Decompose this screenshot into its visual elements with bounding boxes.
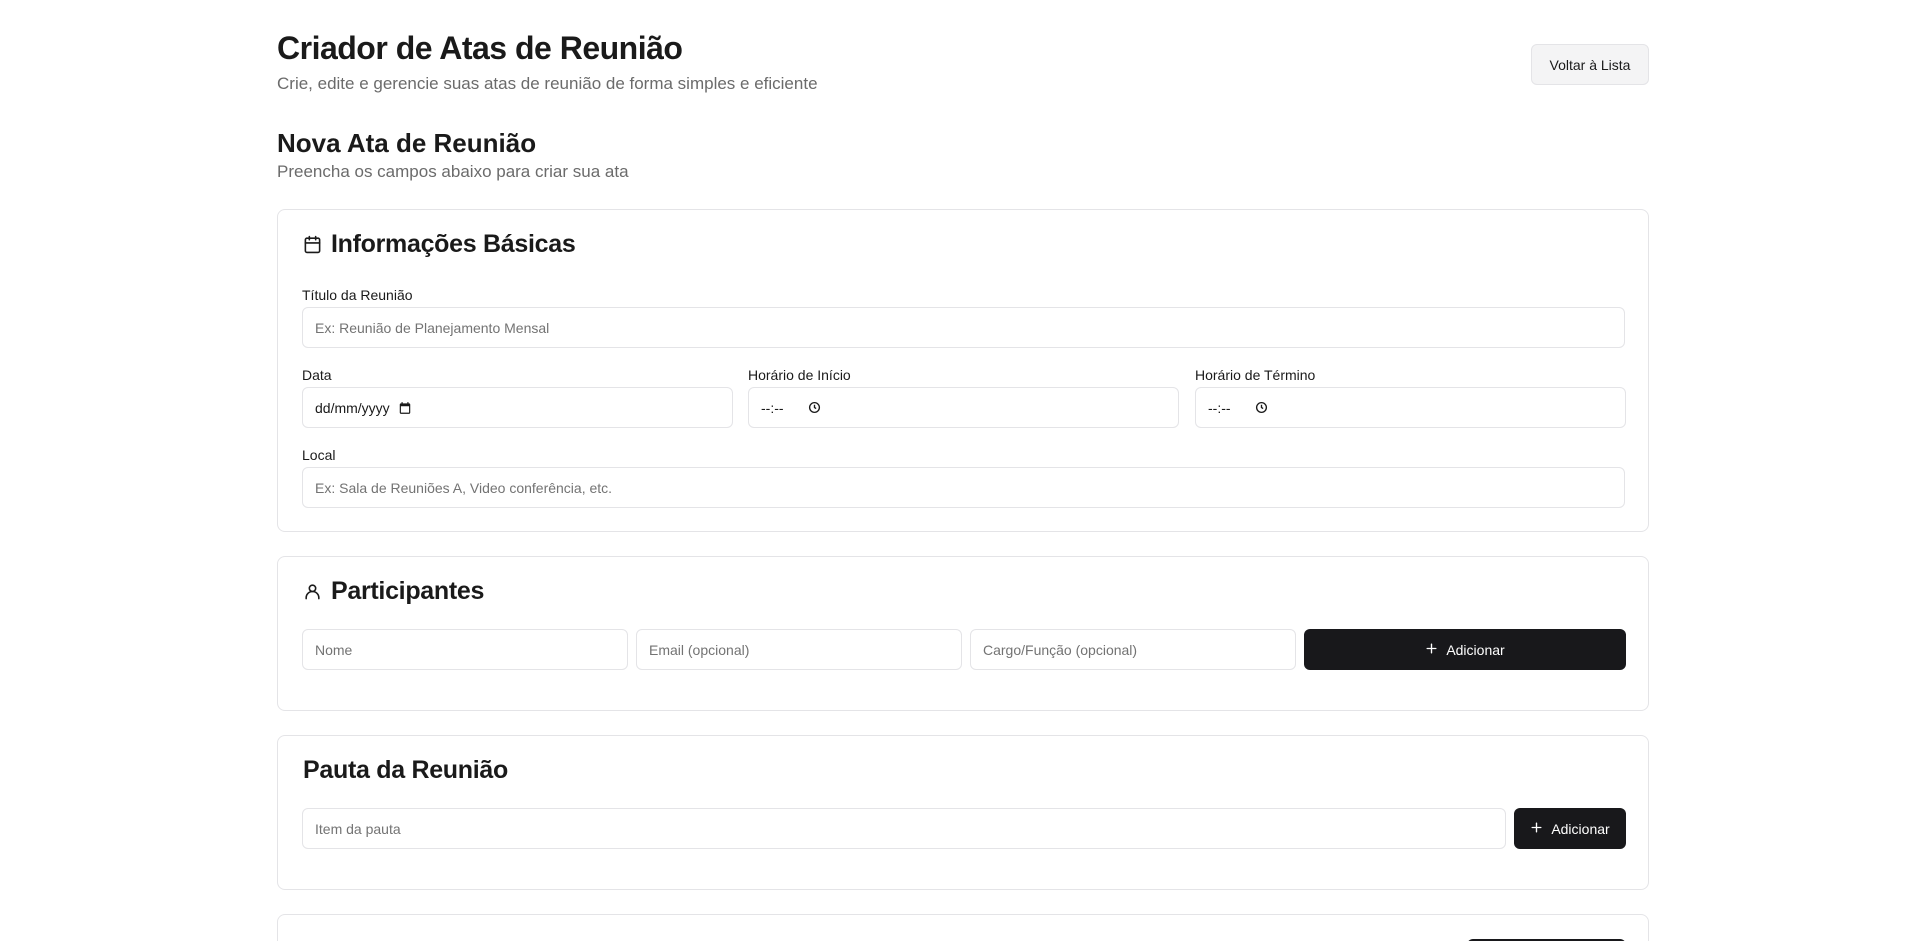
back-to-list-button[interactable]: Voltar à Lista [1531, 44, 1649, 85]
end-time-label: Horário de Término [1195, 367, 1316, 383]
start-time-label: Horário de Início [748, 367, 851, 383]
clock-icon[interactable] [808, 401, 821, 414]
agenda-card: Pauta da Reunião Adicionar [277, 735, 1649, 890]
date-input-value: dd/mm/yyyy [315, 399, 390, 416]
participants-card: Participantes Adicionar [277, 556, 1649, 711]
form-subtitle: Preencha os campos abaixo para criar sua… [277, 162, 629, 181]
agenda-item-input[interactable] [302, 808, 1506, 849]
page: Criador de Atas de Reunião Crie, edite e… [0, 0, 1920, 941]
start-time-value: --:-- [761, 399, 784, 416]
participant-email-input[interactable] [636, 629, 962, 670]
user-icon [303, 582, 322, 601]
calendar-icon [303, 235, 322, 254]
end-time-input[interactable]: --:-- [1195, 387, 1626, 428]
add-participant-label: Adicionar [1446, 641, 1505, 658]
date-label: Data [302, 367, 332, 383]
end-time-value: --:-- [1208, 399, 1231, 416]
form-title: Nova Ata de Reunião [277, 128, 537, 158]
app-title: Criador de Atas de Reunião [277, 30, 683, 66]
add-agenda-item-label: Adicionar [1551, 820, 1610, 837]
agenda-title: Pauta da Reunião [303, 756, 508, 784]
basic-info-title: Informações Básicas [331, 230, 576, 258]
agenda-header: Pauta da Reunião [303, 756, 508, 785]
add-participant-button[interactable]: Adicionar [1304, 629, 1626, 670]
clock-icon[interactable] [1255, 401, 1268, 414]
participants-title: Participantes [331, 577, 485, 605]
date-input[interactable]: dd/mm/yyyy [302, 387, 733, 428]
plus-icon [1425, 642, 1438, 658]
participant-role-input[interactable] [970, 629, 1296, 670]
participants-header: Participantes [303, 577, 484, 606]
meeting-title-input[interactable] [302, 307, 1625, 348]
basic-info-header: Informações Básicas [303, 230, 576, 259]
calendar-picker-icon[interactable] [398, 401, 412, 415]
meeting-title-label: Título da Reunião [302, 287, 413, 303]
add-agenda-item-button[interactable]: Adicionar [1514, 808, 1626, 849]
location-input[interactable] [302, 467, 1625, 508]
start-time-input[interactable]: --:-- [748, 387, 1179, 428]
plus-icon [1530, 821, 1543, 837]
basic-info-card: Informações Básicas Título da Reunião Da… [277, 209, 1649, 532]
next-section-card [277, 914, 1649, 941]
location-label: Local [302, 447, 336, 463]
app-subtitle: Crie, edite e gerencie suas atas de reun… [277, 74, 818, 93]
participant-name-input[interactable] [302, 629, 628, 670]
